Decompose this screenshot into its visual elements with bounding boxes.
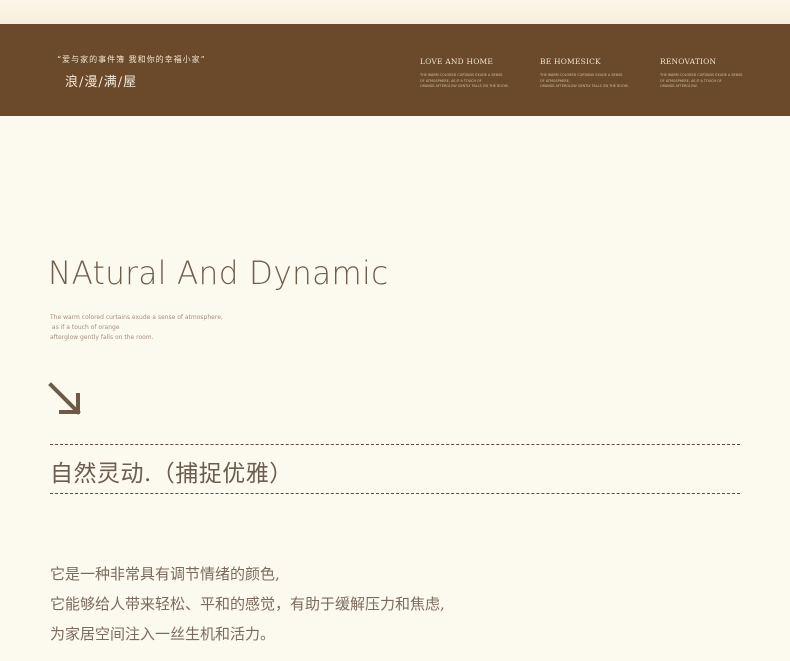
column-description: THE WARM COLORED CURTAINS EXUDE A SENSE … <box>660 73 770 90</box>
paragraph-line: 为家居空间注入一丝生机和活力。 <box>50 625 276 643</box>
column-description: THE WARM COLORED CURTAINS EXUDE A SENSE … <box>540 73 650 90</box>
section-title: 自然灵动.（捕捉优雅） <box>50 461 293 487</box>
banner-column-renovation: RENOVATION THE WARM COLORED CURTAINS EXU… <box>660 57 770 90</box>
column-description-line: ORANGE AFTERGLOW GENTLY FALLS ON THE ROO… <box>420 84 509 89</box>
body-paragraph: 它是一种非常具有调节情绪的颜色, 它能够给人带来轻松、平和的感觉，有助于缓解压力… <box>50 559 445 649</box>
top-strip <box>0 0 790 24</box>
arrow-down-right-icon <box>48 382 84 418</box>
column-description-line: ORANGE AFTERGLOW GENTLY FALLS ON THE ROO… <box>540 84 629 89</box>
header-banner: “爱与家的事件簿 我和你的幸福小家” 浪/漫/满/屋 LOVE AND HOME… <box>0 24 790 116</box>
column-description-line: ORANGE AFTERGLOW. <box>660 84 698 89</box>
subtitle-line: as if a touch of orange <box>50 324 120 331</box>
column-title: LOVE AND HOME <box>420 57 494 66</box>
subtitle: The warm colored curtains exude a sense … <box>50 313 223 343</box>
banner-quote: “爱与家的事件簿 我和你的幸福小家” <box>57 55 206 64</box>
subtitle-line: The warm colored curtains exude a sense … <box>50 314 223 321</box>
banner-column-be-homesick: BE HOMESICK THE WARM COLORED CURTAINS EX… <box>540 57 650 90</box>
headline: NAtural And Dynamic <box>48 255 389 293</box>
subtitle-line: afterglow gently falls on the room. <box>50 334 154 341</box>
paragraph-line: 它能够给人带来轻松、平和的感觉，有助于缓解压力和焦虑, <box>50 595 445 613</box>
column-title: RENOVATION <box>660 57 717 66</box>
column-description: THE WARM COLORED CURTAINS EXUDE A SENSE … <box>420 73 530 90</box>
banner-column-love-and-home: LOVE AND HOME THE WARM COLORED CURTAINS … <box>420 57 530 90</box>
divider-top <box>50 444 740 445</box>
paragraph-line: 它是一种非常具有调节情绪的颜色, <box>50 565 280 583</box>
divider-bottom <box>50 493 740 494</box>
column-title: BE HOMESICK <box>540 57 601 66</box>
brand-title: 浪/漫/满/屋 <box>65 75 138 90</box>
